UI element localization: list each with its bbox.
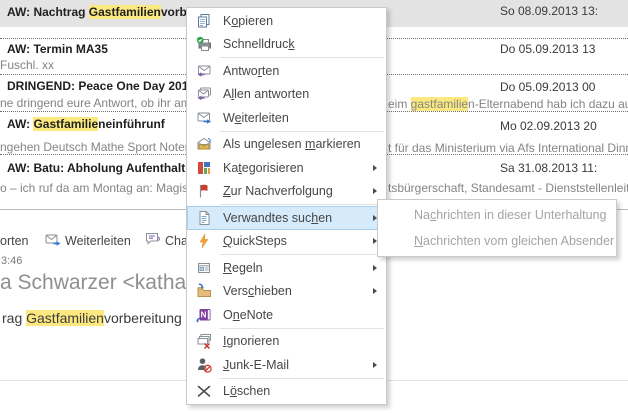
menu-item-rules[interactable]: Regeln (187, 256, 386, 280)
menu-separator (220, 57, 384, 58)
menu-item-related-search[interactable]: Verwandtes suchen (187, 206, 386, 230)
message-preview: ne dringend eure Antwort, ob ihr am (0, 96, 191, 110)
message-subject[interactable]: AW: Batu: Abholung Aufenthaltung (7, 161, 207, 175)
related-search-icon (196, 210, 212, 226)
categorize-icon (196, 160, 212, 176)
reply-button[interactable]: orten (0, 234, 29, 248)
reading-pane-subject: rag Gastfamilienvorbereitung (2, 310, 182, 326)
message-preview: Fuschl. xx (0, 58, 55, 72)
quick-print-icon (196, 36, 212, 52)
submenu-arrow-icon (373, 361, 377, 368)
message-preview: eim gastfamilien-Elternabend hab ich daz… (388, 97, 628, 111)
menu-item-quick-print[interactable]: Schnelldruck (187, 33, 386, 57)
menu-separator (220, 254, 384, 255)
quicksteps-icon (196, 233, 212, 249)
message-preview: ngehen Deutsch Mathe Sport Noten (0, 140, 192, 154)
mark-unread-icon (196, 136, 212, 152)
reply-icon (196, 63, 212, 79)
submenu-arrow-icon (373, 164, 377, 171)
menu-item-follow-up[interactable]: Zur Nachverfolgung (187, 180, 386, 204)
menu-separator (220, 327, 384, 329)
search-highlight: Gastfamilien (88, 5, 161, 19)
message-date: Do 05.09.2013 13 (500, 42, 596, 56)
junk-icon (196, 357, 212, 373)
rules-icon (196, 260, 212, 276)
message-time: 3:46 (1, 255, 23, 267)
menu-item-categorize[interactable]: Kategorisieren (187, 156, 386, 180)
context-menu: Kopieren Schnelldruck Antworten Allen an… (186, 7, 387, 405)
submenu-arrow-icon (373, 264, 377, 271)
message-date: Mo 02.09.2013 20 (500, 119, 597, 133)
menu-item-mark-unread[interactable]: Als ungelesen markieren (187, 133, 386, 157)
chat-icon (145, 232, 161, 246)
forward-button[interactable]: Weiterleiten (65, 234, 131, 248)
message-subject[interactable]: AW: Termin MA35 (7, 42, 108, 56)
submenu-arrow-icon (373, 188, 377, 195)
related-search-submenu: Nachrichten in dieser Unterhaltung Nachr… (377, 199, 617, 257)
search-highlight: Gastfamilie (33, 117, 99, 131)
copy-icon (196, 13, 212, 29)
forward-icon (45, 233, 61, 247)
ignore-icon (196, 333, 212, 350)
message-preview: o – ich ruf da am Montag an: Magistr (0, 181, 196, 195)
move-icon (196, 283, 212, 299)
svg-text:N: N (201, 310, 207, 319)
menu-item-reply-all[interactable]: Allen antworten (187, 83, 386, 107)
message-date: Sa 31.08.2013 11: (500, 161, 598, 175)
menu-item-ignore[interactable]: Ignorieren (187, 330, 386, 354)
forward-icon (196, 110, 212, 126)
follow-up-icon (196, 183, 212, 199)
message-subject[interactable]: AW: Gastfamilieneinführunf (7, 117, 165, 131)
delete-icon (196, 383, 212, 399)
menu-item-reply[interactable]: Antworten (187, 59, 386, 83)
message-preview: tsbürgerschaft, Standesamt - Dienststell… (388, 181, 628, 195)
message-date: So 08.09.2013 13: (500, 4, 599, 18)
menu-separator (220, 377, 384, 379)
submenu-item-messages-in-conversation: Nachrichten in dieser Unterhaltung (414, 208, 607, 222)
menu-item-move[interactable]: Verschieben (187, 280, 386, 304)
menu-item-copy[interactable]: Kopieren (187, 9, 386, 33)
menu-item-junk[interactable]: Junk-E-Mail (187, 353, 386, 377)
submenu-arrow-icon (373, 288, 377, 295)
menu-separator (220, 130, 384, 132)
onenote-icon: N (196, 307, 212, 323)
sender-name: a Schwarzer <kathar (0, 271, 190, 294)
menu-item-quicksteps[interactable]: QuickSteps (187, 230, 386, 254)
reply-all-icon (196, 86, 212, 102)
menu-item-forward[interactable]: Weiterleiten (187, 106, 386, 130)
search-highlight: Gastfamilien (26, 310, 104, 326)
submenu-item-messages-from-sender: Nachrichten vom gleichen Absender (414, 234, 615, 248)
menu-item-onenote[interactable]: N OneNote (187, 303, 386, 327)
menu-item-delete[interactable]: Löschen (187, 380, 386, 404)
search-highlight: gastfamilie (410, 97, 469, 111)
message-preview: t für das Ministerium via Afs Internatio… (388, 141, 628, 155)
message-date: Do 05.09.2013 00 (500, 80, 596, 94)
menu-separator (220, 204, 384, 205)
